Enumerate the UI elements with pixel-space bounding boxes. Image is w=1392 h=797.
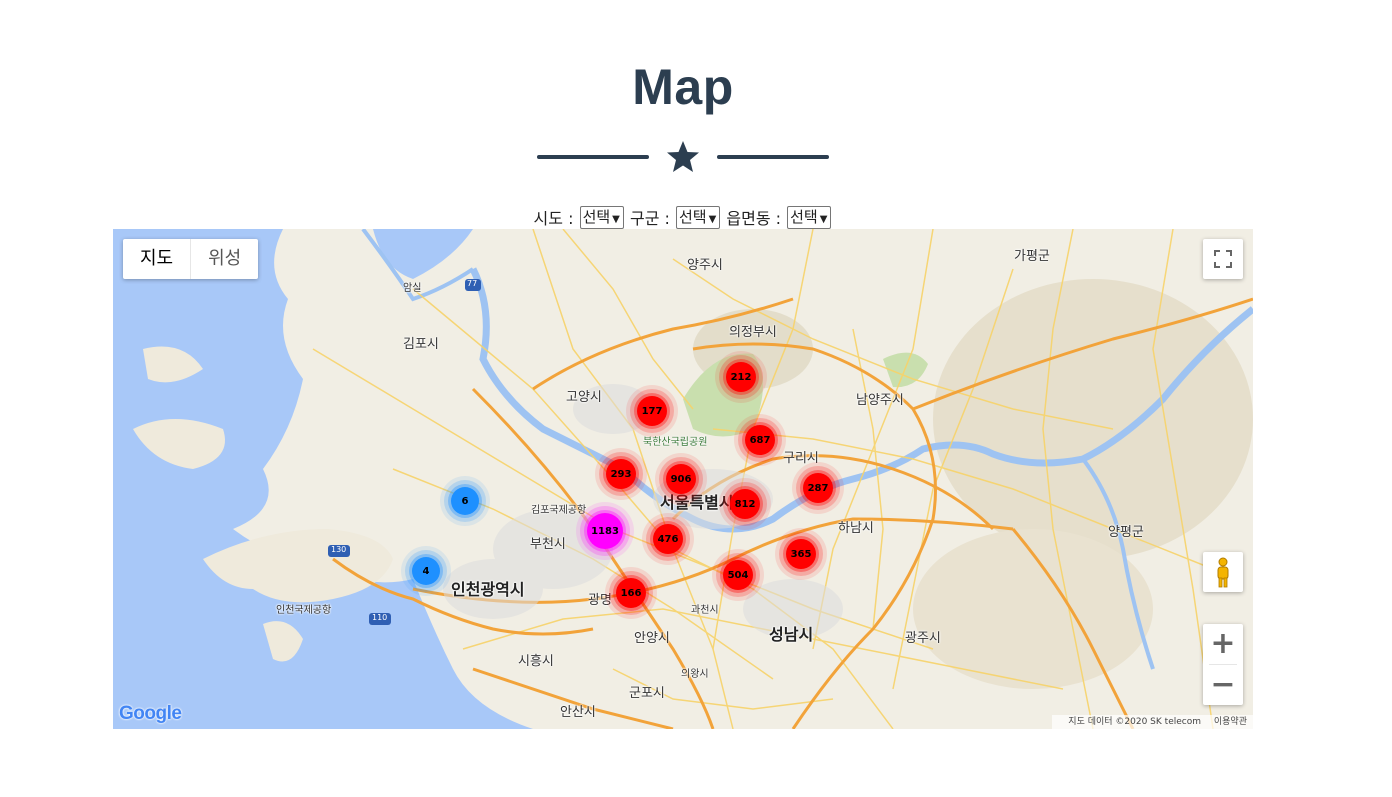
place-label: 안산시 [560,705,596,720]
marker-cluster[interactable]: 365 [786,539,816,569]
pegman-icon [1217,557,1229,588]
place-label: 양평군 [1108,525,1144,540]
sido-select[interactable]: 선택 ▼ [579,205,624,229]
place-label: 인천광역시 [451,580,525,599]
place-label: 부천시 [530,537,566,552]
place-label: 북한산국립공원 [643,437,708,448]
divider-line-right [717,155,829,159]
dropdown-arrow-icon: ▼ [612,213,620,225]
terms-link[interactable]: 이용약관 [1214,717,1247,727]
marker-cluster-count: 687 [749,434,771,446]
highway-shield-label: 110 [372,613,388,622]
marker-cluster-count: 906 [670,473,692,485]
zoom-out-button[interactable]: − [1203,665,1243,705]
place-label: 인천국제공항 [276,605,332,616]
marker-cluster[interactable]: 906 [666,464,696,494]
google-logo[interactable]: Google [119,703,182,725]
marker-cluster[interactable]: 6 [451,487,479,515]
place-label: 김포국제공항 [531,505,587,516]
marker-cluster[interactable]: 4 [412,557,440,585]
place-label: 과천시 [691,605,719,616]
attribution-text: 지도 데이터 ©2020 SK telecom [1068,717,1201,727]
place-label: 의왕시 [681,669,709,680]
google-logo-text: Google [119,703,182,724]
place-label: 고양시 [566,390,602,405]
place-label: 시흥시 [518,654,554,669]
marker-cluster-count: 212 [730,371,752,383]
marker-cluster[interactable]: 812 [730,489,760,519]
zoom-in-button[interactable]: + [1203,624,1243,664]
place-label: 구리시 [783,451,819,466]
marker-cluster-count: 4 [422,565,430,577]
region-filters: 시도 : 선택 ▼ 구군 : 선택 ▼ 읍면동 : 선택 ▼ [0,205,1366,229]
place-label: 가평군 [1014,249,1050,264]
marker-cluster-count: 504 [727,569,749,581]
fullscreen-icon [1214,250,1232,268]
marker-cluster-count: 365 [790,548,812,560]
gugun-select[interactable]: 선택 ▼ [675,205,721,229]
map-type-control: 지도 위성 [123,239,259,279]
dong-label: 읍면동 : [726,209,782,228]
place-label: 군포시 [629,686,665,701]
place-label: 성남시 [769,625,814,644]
dropdown-arrow-icon: ▼ [819,213,828,225]
highway-shield-label: 130 [331,545,347,554]
place-label: 남양주시 [856,393,904,408]
marker-cluster-count: 293 [610,468,632,480]
sido-label: 시도 : [533,209,574,228]
marker-cluster[interactable]: 476 [653,524,683,554]
place-label: 안양시 [634,631,670,646]
place-label: 광명 [588,593,612,608]
title-divider [537,140,829,176]
map-type-satellite-button[interactable]: 위성 [190,239,258,279]
page-title: Map [632,59,734,115]
gugun-label: 구군 : [629,209,670,228]
place-label: 양주시 [687,258,723,273]
place-label: 의정부시 [729,325,777,340]
marker-cluster[interactable]: 687 [745,425,775,455]
marker-cluster[interactable]: 1183 [587,513,623,549]
place-label: 광주시 [905,631,941,646]
marker-cluster-count: 6 [461,495,469,507]
marker-cluster-count: 476 [657,533,679,545]
place-label: 서울특별시 [660,493,734,512]
place-label: 암실 [403,283,422,294]
divider-line-left [537,155,649,159]
marker-cluster[interactable]: 166 [616,578,646,608]
fullscreen-button[interactable] [1203,239,1243,279]
star-icon [667,141,699,172]
marker-cluster-count: 812 [734,498,756,510]
dong-select[interactable]: 선택 ▼ [787,205,832,229]
marker-cluster-count: 166 [620,587,642,599]
place-label: 김포시 [403,337,439,352]
marker-cluster[interactable]: 293 [606,459,636,489]
marker-cluster[interactable]: 212 [726,362,756,392]
marker-cluster[interactable]: 177 [637,396,667,426]
map-view[interactable]: 77 130 110 양주시 의정부시 가평군 암실 김포시 고양시 남양주시 … [113,229,1253,729]
marker-cluster-count: 177 [641,405,663,417]
marker-cluster-count: 1183 [591,525,619,537]
zoom-control: + − [1203,624,1243,705]
dropdown-arrow-icon: ▼ [708,213,717,225]
street-view-pegman-button[interactable] [1203,552,1243,592]
place-label: 하남시 [838,521,874,536]
map-attribution: 지도 데이터 ©2020 SK telecom 이용약관 [1052,715,1253,729]
map-type-roadmap-button[interactable]: 지도 [123,239,190,279]
marker-cluster-count: 287 [807,482,829,494]
marker-cluster[interactable]: 504 [723,560,753,590]
highway-shield-label: 77 [467,279,478,288]
marker-cluster[interactable]: 287 [803,473,833,503]
